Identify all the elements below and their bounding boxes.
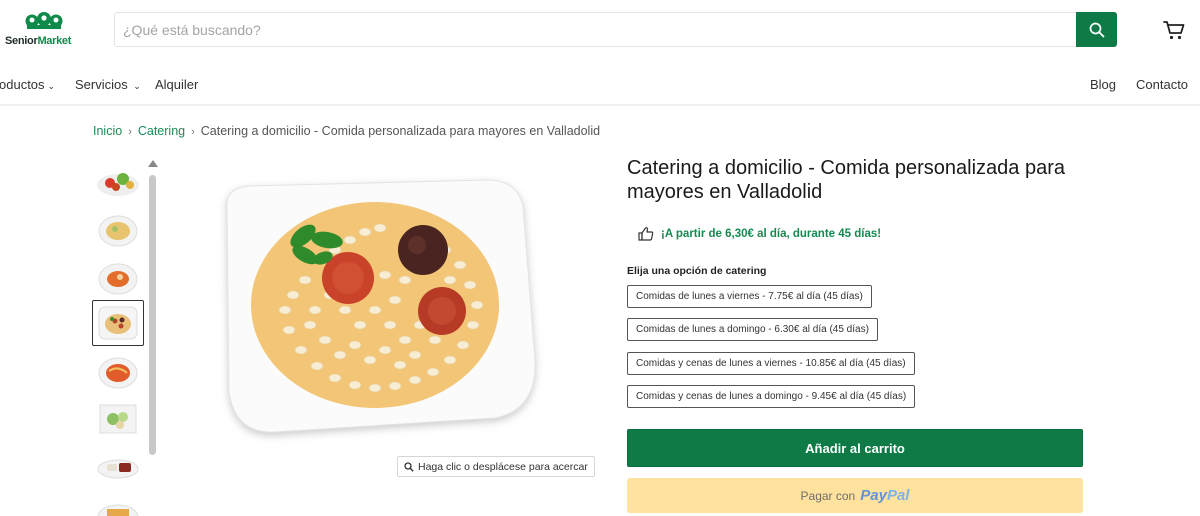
nav-item-servicios[interactable]: Servicios ⌄ xyxy=(75,77,141,92)
paypal-button[interactable]: Pagar con PayPal xyxy=(627,478,1083,513)
site-logo[interactable]: SeniorMarket xyxy=(4,12,84,50)
brand-name: SeniorMarket xyxy=(5,35,71,47)
catering-option-label: Elija una opción de catering xyxy=(627,265,767,277)
product-title: Catering a domicilio - Comida personaliz… xyxy=(627,157,1065,203)
nav-item-label: Contacto xyxy=(1136,77,1189,92)
thumbnail-4-active[interactable] xyxy=(92,300,144,346)
nav-item-label: Blog xyxy=(1090,77,1117,92)
option-cenas-lunes-domingo[interactable]: Comidas y cenas de lunes a domingo - 9.4… xyxy=(627,385,916,408)
nav-item-label: Servicios xyxy=(75,77,128,92)
brand-part-2: Market xyxy=(37,35,72,47)
search-button[interactable] xyxy=(1076,12,1117,47)
paypal-logo-a: Pay xyxy=(860,487,887,504)
magnifier-icon xyxy=(404,461,414,472)
breadcrumb-link-catering[interactable]: Catering xyxy=(138,124,185,138)
breadcrumb-current: Catering a domicilio - Comida personaliz… xyxy=(200,124,601,138)
chevron-down-icon: ⌄ xyxy=(130,81,141,91)
option-lunes-viernes[interactable]: Comidas de lunes a viernes - 7.75€ al dí… xyxy=(627,285,872,308)
thumbnail-image xyxy=(99,404,137,434)
thumbnail-image xyxy=(97,504,139,516)
option-lunes-domingo[interactable]: Comidas de lunes a domingo - 6.30€ al dí… xyxy=(627,318,878,341)
main-product-image[interactable] xyxy=(205,160,545,445)
thumbnail-3[interactable] xyxy=(92,254,144,300)
breadcrumb-separator-icon: › xyxy=(191,126,195,138)
thumbnail-1[interactable] xyxy=(92,158,144,204)
thumbnail-2[interactable] xyxy=(92,206,144,252)
zoom-hint-text: Haga clic o desplácese para acercar xyxy=(418,460,588,473)
thumbnail-scrollbar-thumb[interactable] xyxy=(149,175,156,455)
thumbnail-7[interactable] xyxy=(92,444,144,490)
breadcrumb: Inicio › Catering › Catering a domicilio - C… xyxy=(93,124,600,138)
main-nav: oductos ⌄ Servicios ⌄ Alquiler Blog Conta… xyxy=(0,70,1200,100)
thumbnail-image xyxy=(98,215,138,247)
thumbnail-image xyxy=(97,173,139,196)
nav-item-label: oductos xyxy=(0,77,45,92)
thumbnail-8[interactable] xyxy=(92,492,144,516)
thumbnail-image xyxy=(98,263,138,295)
thumbnail-5[interactable] xyxy=(92,348,144,394)
cart-icon[interactable] xyxy=(1162,18,1186,42)
paypal-logo: PayPal xyxy=(860,487,909,504)
search-bar xyxy=(114,12,1117,47)
paypal-logo-b: Pal xyxy=(886,487,910,504)
nav-item-alquiler[interactable]: Alquiler xyxy=(155,77,198,92)
logo-people-icon xyxy=(25,12,63,29)
site-header: SeniorMarket xyxy=(0,0,1200,60)
zoom-hint[interactable]: Haga clic o desplácese para acercar xyxy=(397,456,595,477)
thumbnail-image xyxy=(98,306,138,340)
nav-item-label: Alquiler xyxy=(155,77,199,92)
scroll-up-arrow-icon[interactable] xyxy=(148,160,158,167)
nav-item-contacto[interactable]: Contacto xyxy=(1136,77,1188,92)
paypal-prefix: Pagar con xyxy=(800,488,856,503)
thumbnail-6[interactable] xyxy=(92,396,144,442)
thumbnail-image xyxy=(98,357,138,389)
promo-text: ¡A partir de 6,30€ al día, durante 45 dí… xyxy=(661,228,882,240)
option-cenas-lunes-viernes[interactable]: Comidas y cenas de lunes a viernes - 10.… xyxy=(627,352,915,375)
promo-banner: ¡A partir de 6,30€ al día, durante 45 dí… xyxy=(637,224,881,244)
breadcrumb-link-inicio[interactable]: Inicio xyxy=(93,124,122,138)
brand-part-1: Senior xyxy=(5,35,38,47)
search-icon xyxy=(1089,22,1104,37)
nav-item-productos[interactable]: oductos ⌄ xyxy=(0,77,55,92)
thumbnail-image xyxy=(97,459,139,479)
search-input[interactable] xyxy=(115,13,1075,46)
chevron-down-icon: ⌄ xyxy=(47,81,56,91)
nav-divider xyxy=(0,104,1200,106)
add-to-cart-button[interactable]: Añadir al carrito xyxy=(627,429,1083,467)
thumbs-up-icon xyxy=(638,227,654,241)
breadcrumb-separator-icon: › xyxy=(128,126,132,138)
thumbnail-list xyxy=(90,158,146,516)
nav-item-blog[interactable]: Blog xyxy=(1090,77,1116,92)
